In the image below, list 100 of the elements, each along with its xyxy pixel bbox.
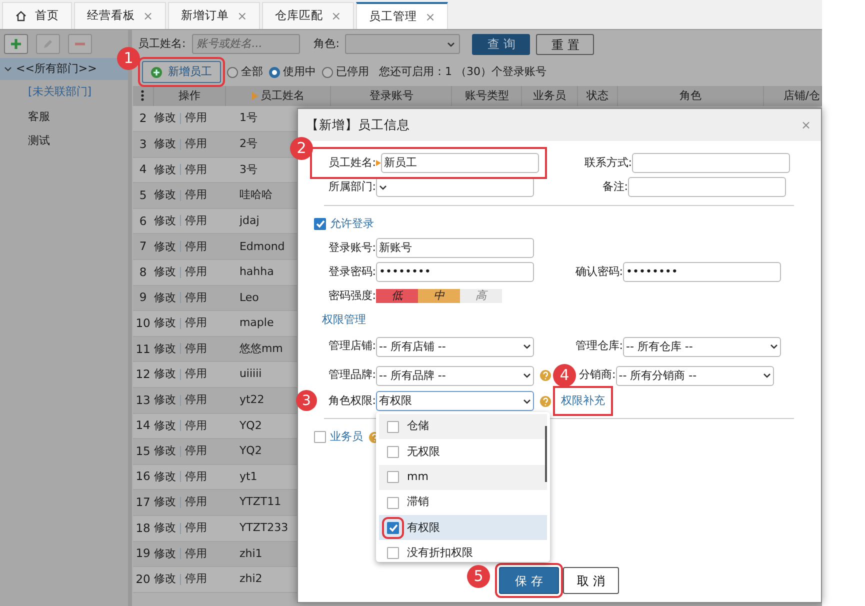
menu-option[interactable]: 滞销	[379, 490, 547, 516]
edit-link[interactable]: 修改	[154, 162, 176, 176]
help-icon	[540, 370, 551, 381]
close-button[interactable]: ×	[425, 8, 436, 26]
menu-option[interactable]: 没有折扣权限	[379, 540, 547, 566]
salesperson-checkbox[interactable]: 业务员	[314, 428, 363, 446]
allow-login-checkbox[interactable]: 允许登录	[314, 216, 374, 232]
edit-link[interactable]: 修改	[154, 367, 176, 380]
disable-link[interactable]: 停用	[185, 495, 208, 508]
tab[interactable]: 经营看板 ×	[74, 2, 166, 29]
role-select[interactable]	[345, 34, 460, 54]
edit-link[interactable]: 修改	[154, 265, 176, 278]
edit-link[interactable]: 修改	[154, 290, 176, 304]
disable-link[interactable]: 停用	[185, 111, 208, 124]
menu-option[interactable]: mm	[379, 464, 547, 490]
disable-link[interactable]: 停用	[185, 162, 208, 176]
chevron-down-icon	[4, 65, 12, 73]
status-radio[interactable]: 使用中	[269, 64, 316, 80]
password-input[interactable]: ••••••••	[623, 262, 781, 282]
account-input[interactable]: 新账号	[376, 238, 534, 258]
brand-select[interactable]: -- 所有品牌 --	[376, 366, 534, 386]
edit-link[interactable]: 修改	[154, 137, 176, 150]
department-select[interactable]	[376, 177, 534, 197]
edit-link[interactable]: 修改	[154, 342, 176, 355]
menu-option[interactable]: 无权限	[379, 439, 547, 465]
reset-button[interactable]: 重 置	[536, 34, 594, 54]
edit-link[interactable]: 修改	[154, 444, 176, 458]
disable-link[interactable]: 停用	[185, 572, 208, 586]
column-header[interactable]: 角色	[679, 88, 702, 102]
table-cell: yt1	[239, 470, 258, 483]
password-input[interactable]: ••••••••	[376, 262, 534, 282]
disable-link[interactable]: 停用	[185, 137, 208, 150]
disable-link[interactable]: 停用	[185, 316, 208, 330]
column-menu-icon[interactable]	[141, 90, 144, 102]
cancel-button[interactable]: 取 消	[563, 567, 619, 594]
disable-link[interactable]: 停用	[185, 290, 208, 304]
disable-link[interactable]: 停用	[185, 546, 208, 560]
name-input[interactable]: 新员工	[381, 153, 539, 173]
edit-link[interactable]: 修改	[154, 521, 176, 534]
field-label: 员工姓名:	[327, 154, 376, 171]
note-input[interactable]	[628, 177, 786, 197]
tab[interactable]: 仓库匹配 ×	[262, 2, 354, 29]
disable-link[interactable]: 停用	[185, 188, 208, 202]
edit-link[interactable]: 修改	[154, 240, 176, 253]
edit-link[interactable]: 修改	[154, 572, 176, 586]
row-number: 18	[136, 520, 150, 535]
disable-link[interactable]: 停用	[185, 240, 208, 253]
disable-link[interactable]: 停用	[185, 367, 208, 380]
edit-link[interactable]: 修改	[154, 214, 176, 227]
add-button[interactable]	[4, 34, 28, 54]
tree-item[interactable]: 客服	[0, 104, 128, 129]
edit-link[interactable]: 修改	[154, 188, 176, 202]
distributor-select[interactable]: -- 所有分销商 --	[616, 366, 774, 386]
tab[interactable]: 首页	[2, 2, 72, 29]
edit-link[interactable]: 修改	[154, 495, 176, 508]
row-number: 12	[136, 367, 150, 382]
row-number: 16	[136, 469, 150, 484]
query-button[interactable]: 查 询	[472, 34, 530, 54]
status-radio[interactable]: 已停用	[322, 64, 369, 80]
row-number: 6	[139, 214, 147, 228]
row-number: 15	[136, 444, 150, 458]
disable-link[interactable]: 停用	[185, 393, 208, 406]
field-label: 管理店铺:	[327, 338, 376, 354]
edit-link[interactable]: 修改	[154, 111, 176, 124]
shop-select[interactable]: -- 所有店铺 --	[376, 336, 534, 356]
row-number: 19	[136, 546, 150, 560]
disable-link[interactable]: 停用	[185, 265, 208, 278]
role-select[interactable]: 有权限	[376, 391, 534, 411]
row-number: 3	[139, 136, 147, 151]
edit-link[interactable]: 修改	[154, 470, 176, 483]
field-label: 确认密码:	[574, 264, 623, 280]
warehouse-select[interactable]: -- 所有仓库 --	[623, 336, 781, 356]
disable-link[interactable]: 停用	[185, 444, 208, 458]
contact-input[interactable]	[632, 153, 790, 173]
row-number: 11	[136, 342, 150, 356]
menu-option[interactable]: 有权限	[379, 515, 547, 540]
disable-link[interactable]: 停用	[185, 342, 208, 355]
edit-link[interactable]: 修改	[154, 316, 176, 330]
disable-link[interactable]: 停用	[185, 470, 208, 483]
edit-link[interactable]: 修改	[154, 393, 176, 406]
table-cell: 1号	[239, 111, 258, 124]
scrollbar[interactable]	[545, 426, 547, 482]
disable-link[interactable]: 停用	[185, 214, 208, 227]
plus-circle-icon	[151, 66, 162, 78]
help-icon	[540, 396, 551, 406]
tree-item[interactable]: 测试	[0, 129, 128, 154]
caret-icon	[523, 344, 531, 349]
field-label: 员工姓名:	[138, 36, 186, 52]
edit-link[interactable]: 修改	[154, 546, 176, 560]
strength-segment: 中	[418, 289, 460, 303]
menu-option[interactable]: 仓储	[379, 414, 547, 440]
disable-link[interactable]: 停用	[185, 418, 208, 432]
caret-icon	[770, 344, 778, 349]
tab[interactable]: 新增订单 ×	[168, 2, 260, 29]
edit-link[interactable]: 修改	[154, 418, 176, 432]
field-label: 角色:	[314, 36, 340, 52]
tab[interactable]: 员工管理 ×	[356, 2, 448, 29]
disable-link[interactable]: 停用	[185, 521, 208, 534]
status-radio[interactable]: 全部	[227, 64, 263, 80]
tree-item[interactable]: <<所有部门>>	[0, 58, 128, 80]
